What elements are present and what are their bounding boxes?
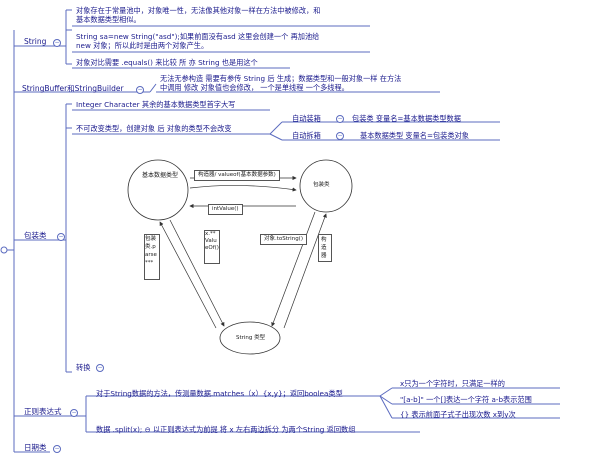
regex-child-3: {} 表示前面子式子出现次数 x到y次 (400, 410, 516, 419)
diag-valueof-l1: x.** (205, 231, 216, 237)
diag-constructor-box: 构造器 (318, 234, 332, 262)
diag-string-type: String 类型 (236, 335, 266, 341)
collapse-icon[interactable]: − (136, 86, 144, 94)
collapse-icon[interactable]: − (53, 445, 61, 453)
diag-parse-l3: arse (145, 252, 157, 258)
diag-wrapper-class: 包装类 (313, 182, 330, 188)
string-note-1-line2: 基本数据类型相似。 (76, 15, 141, 24)
collapse-icon[interactable]: − (57, 233, 65, 241)
string-note-2-line1: String sa=new String("asd");如果前面没有asd 这里… (76, 32, 320, 41)
diag-valueof-l2: Valu (205, 238, 217, 244)
regex-note-2: 数据 .split(x); ⊖ 以正则表达式为前提 将 x 左右两边拆分 为两个… (96, 425, 356, 434)
collapse-icon[interactable]: − (53, 39, 61, 47)
autobox-label: 自动装箱 (292, 114, 321, 123)
diag-intvalue-box: intValue() (208, 204, 243, 215)
diag-parse-l1: 包装 (145, 236, 157, 242)
node-date[interactable]: 日期类 (24, 443, 47, 453)
diag-tostring-box: 对象.toString() (260, 234, 307, 245)
node-string[interactable]: String (24, 37, 46, 47)
autounbox-label: 自动拆箱 (292, 131, 321, 140)
diag-basic-type: 基本数据类型 (142, 172, 179, 179)
conversion-diagram: 基本数据类型 包装类 String 类型 构造器/ valueof(基本数据参数… (120, 148, 360, 358)
regex-child-2: "[a-b]" 一个[]表达一个字符 a-b表示范围 (400, 395, 532, 404)
diag-valueof-box: x.** Valu eOf() (204, 230, 220, 264)
diag-parse-l4: *** (145, 260, 154, 266)
diag-valueof-l3: eOf() (205, 245, 219, 251)
collapse-icon[interactable]: − (336, 115, 344, 123)
wrapper-note-1: Integer Character 其余的基本数据类型首字大写 (76, 100, 236, 109)
regex-child-1: x只为一个字符时，只满足一样的 (400, 379, 505, 388)
collapse-icon[interactable]: − (336, 132, 344, 140)
autounbox-desc: 基本数据类型 变量名=包装类对象 (360, 131, 469, 140)
regex-note-1: 对于String数据的方法，传测量数据.matches（x）{x,y}；返回bo… (96, 389, 343, 398)
node-wrapper[interactable]: 包装类 (24, 231, 47, 241)
diag-parse-box: 包装 类.p arse *** (144, 234, 160, 280)
diag-parse-l2: 类.p (145, 244, 156, 250)
string-note-1-line1: 对象存在于常量池中，对象唯一性，无法像其他对象一样在方法中被修改，和 (76, 6, 321, 15)
sb-note-line2: 中调用 修改 对象值也会修改， 一个是单线程 一个多线程。 (160, 83, 349, 92)
node-regex[interactable]: 正则表达式 (24, 407, 62, 417)
string-note-2-line2: new 对象；所以此时是由两个对象产生。 (76, 41, 209, 50)
wrapper-note-2: 不可改变类型，创建对象 后 对象的类型不会改变 (76, 124, 232, 133)
sb-note-line1: 无法无参构造 需要有参传 String 后 生成；数据类型和一般对象一样 在方法 (160, 74, 402, 83)
collapse-icon[interactable]: − (96, 364, 104, 372)
string-note-3: 对象对比需要 .equals() 来比较 所 亦 String 也是用这个 (76, 58, 258, 67)
autobox-desc: 包装类 变量名=基本数据类型数据 (352, 114, 461, 123)
diag-ctor-box: 构造器/ valueof(基本数据参数) (194, 170, 280, 181)
node-stringbuffer[interactable]: StringBuffer和StringBuilder (22, 84, 124, 94)
convert-label: 转换 (76, 363, 91, 372)
collapse-icon[interactable]: − (70, 409, 78, 417)
